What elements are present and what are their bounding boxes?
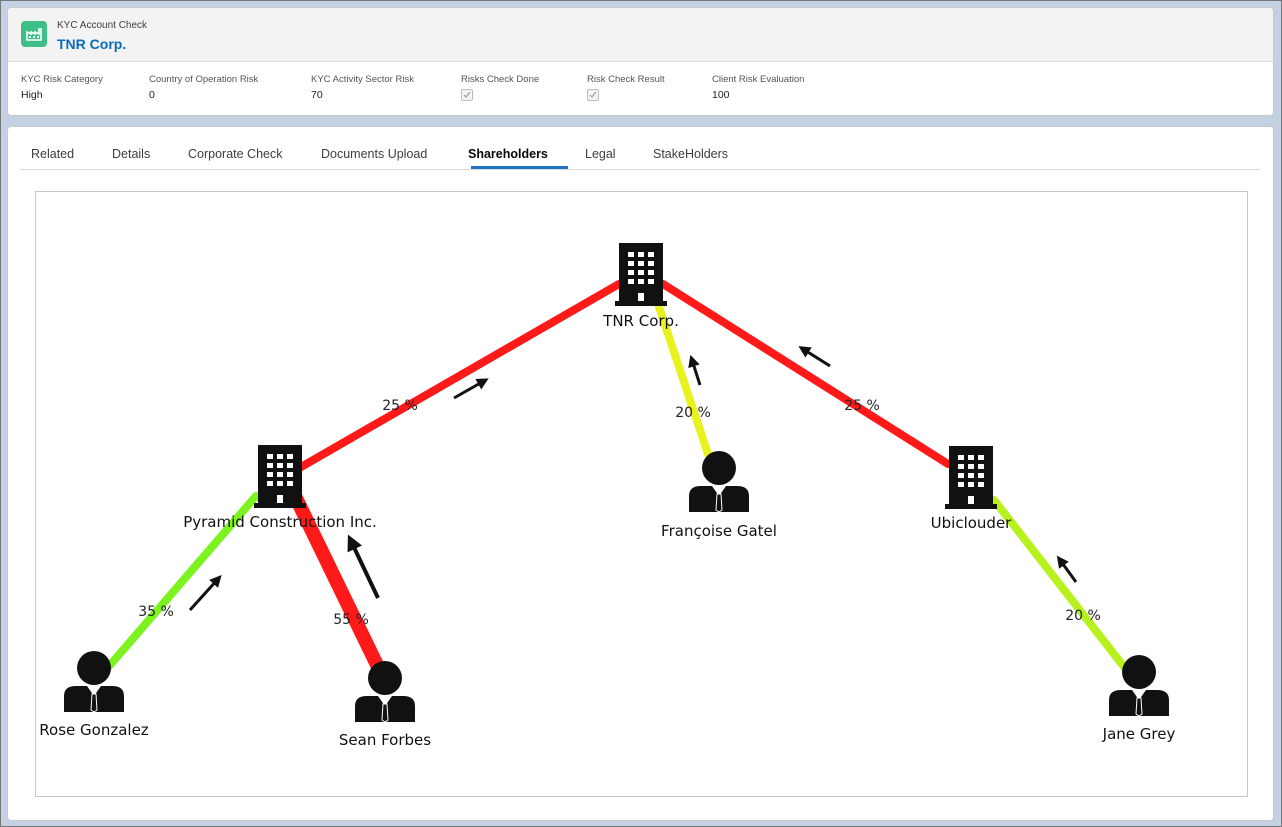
field-client-risk-evaluation: Client Risk Evaluation 100 — [712, 74, 804, 101]
tab-stakeholders[interactable]: StakeHolders — [653, 147, 728, 161]
tab-details[interactable]: Details — [112, 147, 150, 161]
field-label: Client Risk Evaluation — [712, 74, 805, 85]
risks-check-done-checkbox — [461, 89, 473, 101]
active-tab-indicator — [471, 166, 568, 169]
edge-pyramid-tnr — [297, 280, 623, 471]
field-label: Country of Operation Risk — [149, 74, 259, 85]
edge-label-rose-pyramid: 35 % — [138, 604, 174, 620]
field-value: 0 — [149, 89, 155, 101]
edge-jane-ubicloud — [990, 496, 1132, 676]
field-label: KYC Activity Sector Risk — [311, 74, 414, 85]
field-label: KYC Risk Category — [21, 74, 103, 85]
field-activity-sector-risk: KYC Activity Sector Risk 70 — [311, 74, 414, 101]
direction-arrow-icon — [688, 354, 702, 386]
tab-shareholders[interactable]: Shareholders — [468, 147, 548, 161]
edge-label-ubicloud-tnr: 25 % — [844, 398, 880, 414]
shareholder-graph: TNR Corp. Pyramid Construction Inc. Franço… — [35, 191, 1248, 797]
field-value: 70 — [311, 89, 323, 101]
direction-arrow-icon — [188, 574, 222, 612]
tab-corporate-check[interactable]: Corporate Check — [188, 147, 283, 161]
record-header-top: KYC Account Check TNR Corp. — [8, 8, 1273, 62]
building-icon — [615, 243, 667, 306]
main-content-card: Related Details Corporate Check Document… — [7, 126, 1274, 821]
node-label-tnr[interactable]: TNR Corp. — [602, 312, 679, 330]
field-risks-check-done: Risks Check Done — [461, 74, 539, 101]
field-label: Risk Check Result — [587, 74, 665, 85]
person-icon — [355, 661, 415, 723]
edge-label-francoise-tnr: 20 % — [675, 405, 711, 421]
record-title: TNR Corp. — [57, 36, 127, 52]
node-label-rose[interactable]: Rose Gonzalez — [39, 721, 149, 739]
direction-arrow-icon — [798, 346, 831, 368]
shareholder-graph-canvas: TNR Corp. Pyramid Construction Inc. Franço… — [39, 243, 1176, 749]
tab-legal[interactable]: Legal — [585, 147, 616, 161]
tab-bar: Related Details Corporate Check Document… — [20, 127, 1260, 170]
factory-icon — [21, 21, 47, 47]
node-label-jane[interactable]: Jane Grey — [1102, 725, 1176, 743]
field-value: High — [21, 89, 43, 101]
edge-label-pyramid-tnr: 25 % — [382, 398, 418, 414]
person-icon — [689, 451, 749, 513]
node-label-pyramid[interactable]: Pyramid Construction Inc. — [183, 513, 377, 531]
edge-label-jane-ubicloud: 20 % — [1065, 608, 1101, 624]
field-country-risk: Country of Operation Risk 0 — [149, 74, 258, 101]
field-risk-check-result: Risk Check Result — [587, 74, 665, 101]
field-label: Risks Check Done — [461, 74, 540, 85]
direction-arrow-icon — [1056, 555, 1078, 583]
object-type-label: KYC Account Check — [57, 20, 148, 31]
edge-label-sean-pyramid: 55 % — [333, 612, 369, 628]
direction-arrow-icon — [347, 534, 380, 599]
node-label-francoise[interactable]: Françoise Gatel — [661, 522, 777, 540]
node-label-ubicloud[interactable]: Ubiclouder — [931, 514, 1013, 532]
record-header: KYC Account Check TNR Corp. KYC Risk Cat… — [7, 7, 1274, 116]
risk-check-result-checkbox — [587, 89, 599, 101]
tab-related[interactable]: Related — [31, 147, 74, 161]
building-icon — [945, 446, 997, 509]
building-icon — [254, 445, 306, 508]
tab-documents-upload[interactable]: Documents Upload — [321, 147, 427, 161]
field-kyc-risk-category: KYC Risk Category High — [21, 74, 103, 101]
direction-arrow-icon — [453, 378, 489, 400]
node-label-sean[interactable]: Sean Forbes — [339, 731, 431, 749]
field-value: 100 — [712, 89, 730, 101]
